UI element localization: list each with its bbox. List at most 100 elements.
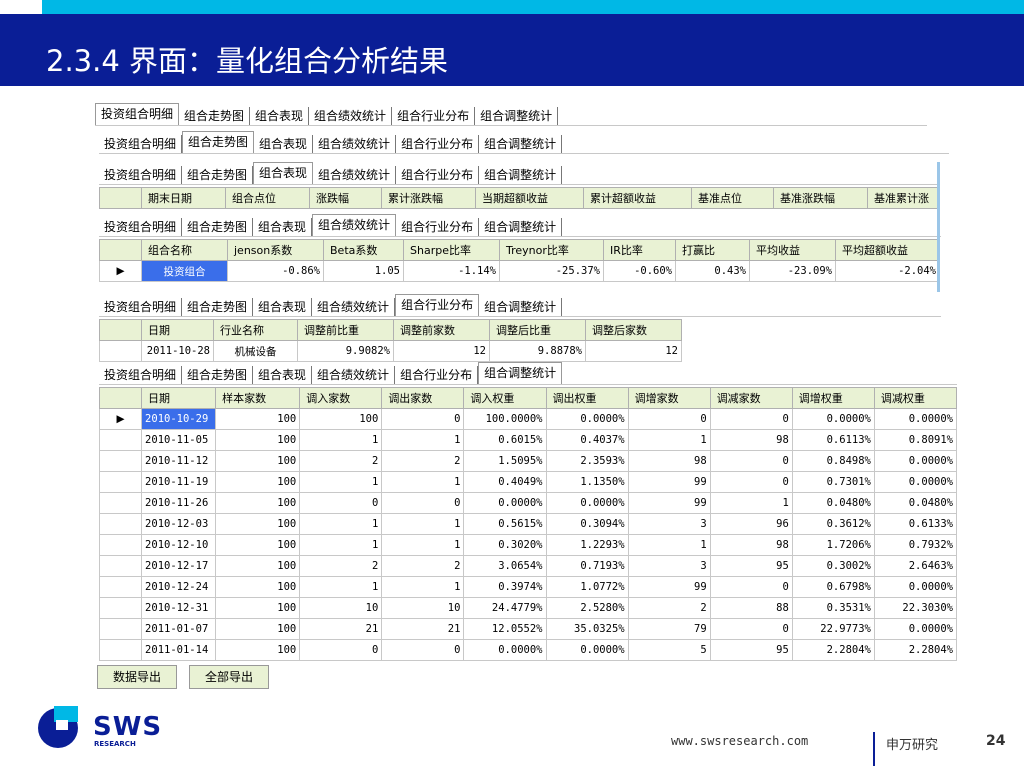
table-cell[interactable]: 0.0480% [791, 492, 875, 514]
table-cell[interactable]: 1 [627, 534, 711, 556]
table-cell[interactable]: 0 [381, 408, 465, 430]
tab-5[interactable]: 组合调整统计 [478, 362, 563, 384]
column-header[interactable]: 当期超额收益 [475, 187, 584, 209]
table-cell[interactable]: 1 [299, 429, 383, 451]
table-cell[interactable]: 0.0000% [545, 639, 629, 661]
table-cell[interactable]: 2010-12-03 [141, 513, 217, 535]
column-header[interactable]: 日期 [141, 319, 214, 341]
table-cell[interactable]: 0.3002% [791, 555, 875, 577]
table-cell[interactable]: 100 [215, 513, 301, 535]
column-header[interactable]: 调减家数 [709, 387, 793, 409]
table-cell[interactable]: 3 [627, 555, 711, 577]
table-cell[interactable]: 2011-01-07 [141, 618, 217, 640]
column-header[interactable]: 基准涨跌幅 [773, 187, 868, 209]
tab-4[interactable]: 组合行业分布 [395, 366, 479, 384]
table-row[interactable]: ▶ 2010-10-29 100 100 0 100.0000% 0.0000% 0 0 0.00… [99, 408, 957, 430]
table-cell[interactable]: 0.0000% [545, 408, 629, 430]
table-cell[interactable]: 1.5095% [463, 450, 547, 472]
table-row[interactable]: 2010-11-05 100 1 1 0.6015% 0.4037% 1 98 0.6113% 0… [99, 429, 957, 451]
table-cell[interactable]: 9.8878% [489, 340, 586, 362]
tab-5[interactable]: 组合调整统计 [475, 107, 559, 125]
table-cell[interactable]: 0 [709, 576, 793, 598]
table-cell[interactable]: 1 [627, 429, 711, 451]
table-cell[interactable]: 机械设备 [213, 340, 298, 362]
table-cell[interactable]: 2 [381, 450, 465, 472]
tab-1[interactable]: 组合走势图 [182, 131, 255, 153]
column-header[interactable]: IR比率 [603, 239, 676, 261]
table-cell[interactable]: 2.5280% [545, 597, 629, 619]
table-cell[interactable]: 2010-10-29 [141, 408, 217, 430]
table-cell[interactable]: 95 [709, 555, 793, 577]
column-header[interactable]: 调整前比重 [297, 319, 394, 341]
table-cell[interactable]: 1 [709, 492, 793, 514]
table-cell[interactable]: 98 [709, 534, 793, 556]
table-cell[interactable]: 96 [709, 513, 793, 535]
column-header[interactable]: 累计超额收益 [583, 187, 692, 209]
table-cell[interactable]: 100 [215, 471, 301, 493]
table-row[interactable]: 2010-12-10 100 1 1 0.3020% 1.2293% 1 98 1.7206% 0… [99, 534, 957, 556]
table-cell[interactable]: 100 [215, 429, 301, 451]
table-cell[interactable]: 100 [215, 408, 301, 430]
tab-0[interactable]: 投资组合明细 [99, 135, 183, 153]
table-cell[interactable]: 99 [627, 492, 711, 514]
column-header[interactable]: 调减权重 [873, 387, 957, 409]
tab-0[interactable]: 投资组合明细 [99, 166, 183, 184]
table-cell[interactable]: 100 [215, 492, 301, 514]
table-cell[interactable]: 1 [299, 471, 383, 493]
table-cell[interactable]: 0.4049% [463, 471, 547, 493]
table-cell[interactable]: 0.7193% [545, 555, 629, 577]
table-cell[interactable]: 22.9773% [791, 618, 875, 640]
tab-4[interactable]: 组合行业分布 [395, 294, 480, 316]
table-row[interactable]: ▶ 投资组合 -0.86% 1.05 -1.14% -25.37% -0.60% 0.43%… [99, 260, 940, 282]
table-cell[interactable]: 0.0000% [873, 450, 957, 472]
column-header[interactable]: 期末日期 [141, 187, 226, 209]
table-cell[interactable]: 0.4037% [545, 429, 629, 451]
tab-3[interactable]: 组合绩效统计 [312, 298, 396, 316]
column-header[interactable]: 调出家数 [381, 387, 465, 409]
tab-4[interactable]: 组合行业分布 [396, 218, 480, 236]
table-cell[interactable]: 0 [381, 639, 465, 661]
table-cell[interactable]: 100 [299, 408, 383, 430]
table-cell[interactable]: 98 [627, 450, 711, 472]
column-header[interactable]: 行业名称 [213, 319, 298, 341]
table-cell[interactable]: 2010-12-10 [141, 534, 217, 556]
column-header[interactable]: 平均超额收益 [835, 239, 940, 261]
table-cell[interactable]: 1.0772% [545, 576, 629, 598]
table-cell[interactable]: 95 [709, 639, 793, 661]
tab-1[interactable]: 组合走势图 [179, 107, 251, 125]
table-cell[interactable]: 100 [215, 576, 301, 598]
table-cell[interactable]: 100 [215, 450, 301, 472]
tab-1[interactable]: 组合走势图 [182, 218, 254, 236]
table-cell[interactable]: 99 [627, 576, 711, 598]
table-cell[interactable]: -0.60% [603, 260, 676, 282]
table-cell[interactable]: 0.6133% [873, 513, 957, 535]
table-cell[interactable]: 2 [299, 555, 383, 577]
table-cell[interactable]: -25.37% [499, 260, 604, 282]
tab-2[interactable]: 组合表现 [253, 162, 314, 184]
table-cell[interactable]: 1.05 [323, 260, 404, 282]
table-cell[interactable]: 1 [381, 534, 465, 556]
tab-3[interactable]: 组合绩效统计 [309, 107, 393, 125]
tab-1[interactable]: 组合走势图 [182, 298, 254, 316]
table-cell[interactable]: 投资组合 [141, 260, 228, 282]
tab-3[interactable]: 组合绩效统计 [313, 135, 397, 153]
table-cell[interactable]: 1 [381, 576, 465, 598]
column-header[interactable]: 涨跌幅 [309, 187, 382, 209]
table-cell[interactable]: 2010-12-17 [141, 555, 217, 577]
tab-2[interactable]: 组合表现 [250, 107, 310, 125]
table-row[interactable]: 2010-12-17 100 2 2 3.0654% 0.7193% 3 95 0.3002% 2… [99, 555, 957, 577]
column-header[interactable]: Beta系数 [323, 239, 404, 261]
column-header[interactable]: 组合点位 [225, 187, 310, 209]
table-cell[interactable]: 2.2804% [873, 639, 957, 661]
table-cell[interactable]: 0 [627, 408, 711, 430]
table-row[interactable]: 2011-01-07 100 21 21 12.0552% 35.0325% 79 0 22.9… [99, 618, 957, 640]
table-cell[interactable]: 0 [709, 618, 793, 640]
table-cell[interactable]: -1.14% [403, 260, 500, 282]
table-cell[interactable]: 2010-11-12 [141, 450, 217, 472]
table-row[interactable]: 2010-11-26 100 0 0 0.0000% 0.0000% 99 1 0.0480% 0… [99, 492, 957, 514]
column-header[interactable]: jenson系数 [227, 239, 324, 261]
table-cell[interactable]: 2.2804% [791, 639, 875, 661]
table-cell[interactable]: 88 [709, 597, 793, 619]
table-cell[interactable]: 100 [215, 618, 301, 640]
tab-0[interactable]: 投资组合明细 [99, 298, 183, 316]
